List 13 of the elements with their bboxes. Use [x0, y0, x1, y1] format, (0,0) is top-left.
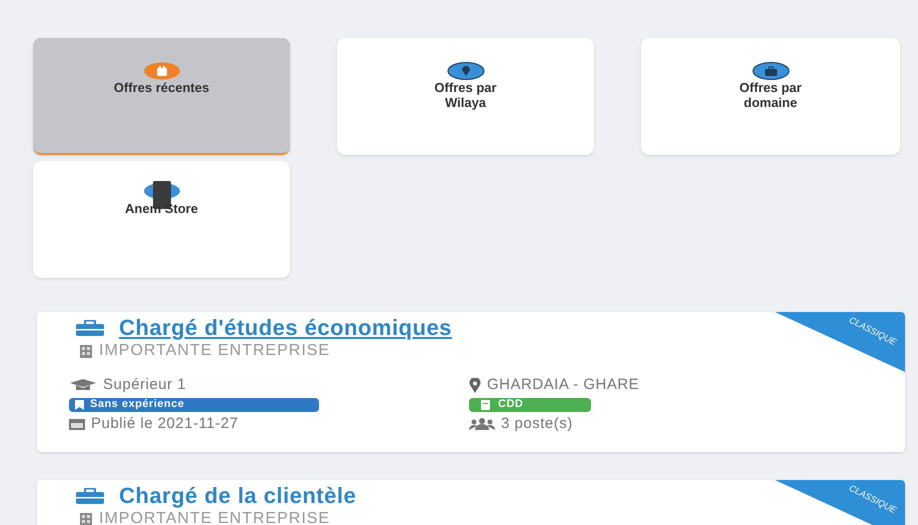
- experience-badge: Sans expérience: [69, 398, 319, 412]
- contract-badge: CDD: [469, 398, 591, 412]
- education-level: Supérieur 1: [103, 375, 186, 395]
- job-title-link[interactable]: Chargé d'études économiques: [119, 314, 452, 342]
- company-name: IMPORTANTE ENTREPRISE: [99, 342, 330, 360]
- company-name: IMPORTANTE ENTREPRISE: [99, 510, 330, 525]
- positions-count: 3 poste(s): [501, 414, 573, 434]
- category-tile[interactable]: Offres récentes: [33, 38, 290, 155]
- category-tile[interactable]: Offres par domaine: [641, 38, 900, 155]
- job-title-link[interactable]: Chargé de la clientèle: [119, 482, 356, 510]
- publication-date: Publié le 2021-11-27: [91, 414, 238, 434]
- category-tile[interactable]: Offres par Wilaya: [337, 38, 594, 155]
- job-location: GHARDAIA - GHARE: [487, 375, 640, 395]
